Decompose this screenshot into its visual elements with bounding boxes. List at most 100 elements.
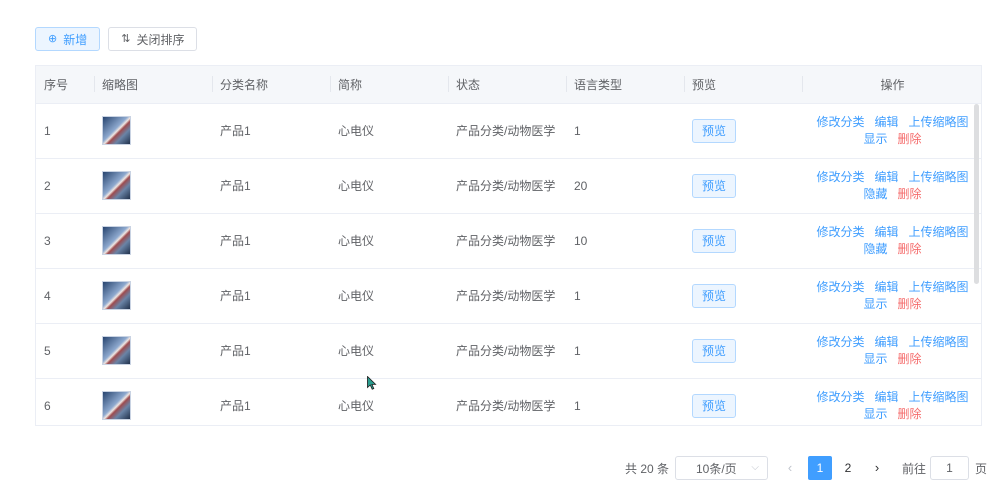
chevron-down-icon: ⌵: [751, 462, 759, 473]
category-table: 序号 缩略图 分类名称 简称 状态 语言类型 预览 操作 1 产品1 心电仪 产…: [35, 65, 982, 426]
table-row: 3 产品1 心电仪 产品分类/动物医学 10 预览 修改分类 编辑 上传缩略图 隐藏…: [36, 213, 981, 269]
row-category-name: 产品1: [212, 213, 330, 269]
row-language: 1: [566, 103, 684, 159]
modify-category-link[interactable]: 修改分类: [816, 114, 864, 131]
thumbnail-image[interactable]: [102, 391, 131, 420]
row-actions: 修改分类 编辑 上传缩略图 隐藏 删除: [802, 158, 981, 214]
thumbnail-image[interactable]: [102, 226, 131, 255]
upload-thumbnail-link[interactable]: 上传缩略图: [909, 114, 969, 131]
row-status: 产品分类/动物医学: [448, 323, 566, 379]
modify-category-link[interactable]: 修改分类: [816, 169, 864, 186]
prev-page-icon[interactable]: ‹: [780, 456, 800, 480]
goto-label: 前往: [902, 461, 927, 476]
delete-link[interactable]: 删除: [898, 241, 922, 258]
row-language: 1: [566, 323, 684, 379]
toolbar: ⊕ 新增 ⇅ 关闭排序: [35, 27, 198, 51]
preview-button[interactable]: 预览: [692, 173, 736, 198]
toggle-visibility-link[interactable]: 隐藏: [863, 241, 887, 258]
row-index: 5: [36, 323, 94, 379]
column-header-actions[interactable]: 操作: [802, 66, 981, 104]
toggle-visibility-link[interactable]: 隐藏: [863, 186, 887, 203]
row-status: 产品分类/动物医学: [448, 213, 566, 269]
thumbnail-image[interactable]: [102, 171, 131, 200]
toggle-visibility-link[interactable]: 显示: [863, 406, 887, 423]
delete-link[interactable]: 删除: [898, 296, 922, 313]
upload-thumbnail-link[interactable]: 上传缩略图: [909, 224, 969, 241]
delete-link[interactable]: 删除: [898, 406, 922, 423]
upload-thumbnail-link[interactable]: 上传缩略图: [909, 334, 969, 351]
goto-page-input[interactable]: 1: [930, 456, 969, 480]
edit-link[interactable]: 编辑: [874, 279, 898, 296]
sort-icon: ⇅: [121, 32, 131, 45]
upload-thumbnail-link[interactable]: 上传缩略图: [909, 169, 969, 186]
row-short-name: 心电仪: [330, 378, 448, 425]
column-header-language[interactable]: 语言类型: [566, 66, 684, 104]
toggle-sort-button-label: 关闭排序: [136, 32, 185, 47]
upload-thumbnail-link[interactable]: 上传缩略图: [909, 389, 969, 406]
row-category-name: 产品1: [212, 158, 330, 214]
edit-link[interactable]: 编辑: [874, 334, 898, 351]
modify-category-link[interactable]: 修改分类: [816, 334, 864, 351]
page-size-select[interactable]: 10条/页 ⌵: [675, 456, 768, 480]
modify-category-link[interactable]: 修改分类: [816, 224, 864, 241]
delete-link[interactable]: 删除: [898, 351, 922, 368]
row-short-name: 心电仪: [330, 158, 448, 214]
row-index: 2: [36, 158, 94, 214]
preview-button[interactable]: 预览: [692, 118, 736, 143]
table-row: 1 产品1 心电仪 产品分类/动物医学 1 预览 修改分类 编辑 上传缩略图 显示删…: [36, 103, 981, 159]
edit-link[interactable]: 编辑: [874, 114, 898, 131]
add-button-label: 新增: [63, 32, 88, 47]
delete-link[interactable]: 删除: [898, 186, 922, 203]
page-button-2[interactable]: 2: [836, 456, 860, 480]
toggle-visibility-link[interactable]: 显示: [863, 131, 887, 148]
next-page-icon[interactable]: ›: [867, 456, 887, 480]
toggle-visibility-link[interactable]: 显示: [863, 351, 887, 368]
row-category-name: 产品1: [212, 323, 330, 379]
row-actions: 修改分类 编辑 上传缩略图 显示 删除: [802, 268, 981, 324]
page-unit-label: 页: [975, 461, 988, 476]
row-actions: 修改分类 编辑 上传缩略图 隐藏 删除: [802, 213, 981, 269]
row-index: 1: [36, 103, 94, 159]
column-header-index[interactable]: 序号: [36, 66, 94, 104]
row-short-name: 心电仪: [330, 213, 448, 269]
row-actions: 修改分类 编辑 上传缩略图 显示 删除: [802, 323, 981, 379]
plus-circle-icon: ⊕: [48, 32, 58, 45]
thumbnail-image[interactable]: [102, 336, 131, 365]
column-header-status[interactable]: 状态: [448, 66, 566, 104]
row-short-name: 心电仪: [330, 323, 448, 379]
column-header-category-name[interactable]: 分类名称: [212, 66, 330, 104]
modify-category-link[interactable]: 修改分类: [816, 389, 864, 406]
table-row: 6 产品1 心电仪 产品分类/动物医学 1 预览 修改分类 编辑 上传缩略图 显示删…: [36, 378, 981, 425]
modify-category-link[interactable]: 修改分类: [816, 279, 864, 296]
delete-link[interactable]: 删除: [898, 131, 922, 148]
preview-button[interactable]: 预览: [692, 393, 736, 418]
page-button-1[interactable]: 1: [808, 456, 832, 480]
row-category-name: 产品1: [212, 103, 330, 159]
column-header-preview[interactable]: 预览: [684, 66, 802, 104]
preview-button[interactable]: 预览: [692, 338, 736, 363]
column-header-thumbnail[interactable]: 缩略图: [94, 66, 212, 104]
edit-link[interactable]: 编辑: [874, 169, 898, 186]
thumbnail-image[interactable]: [102, 116, 131, 145]
toggle-visibility-link[interactable]: 显示: [863, 296, 887, 313]
row-language: 20: [566, 158, 684, 214]
row-category-name: 产品1: [212, 378, 330, 425]
row-status: 产品分类/动物医学: [448, 158, 566, 214]
table-scrollbar[interactable]: [974, 104, 979, 284]
row-actions: 修改分类 编辑 上传缩略图 显示 删除: [802, 378, 981, 425]
column-header-short-name[interactable]: 简称: [330, 66, 448, 104]
thumbnail-image[interactable]: [102, 281, 131, 310]
edit-link[interactable]: 编辑: [874, 224, 898, 241]
upload-thumbnail-link[interactable]: 上传缩略图: [909, 279, 969, 296]
mouse-cursor-icon: [367, 376, 377, 390]
table-row: 4 产品1 心电仪 产品分类/动物医学 1 预览 修改分类 编辑 上传缩略图 显示删…: [36, 268, 981, 324]
edit-link[interactable]: 编辑: [874, 389, 898, 406]
preview-button[interactable]: 预览: [692, 228, 736, 253]
toggle-sort-button[interactable]: ⇅ 关闭排序: [108, 27, 198, 51]
row-status: 产品分类/动物医学: [448, 378, 566, 425]
row-index: 6: [36, 378, 94, 425]
preview-button[interactable]: 预览: [692, 283, 736, 308]
row-actions: 修改分类 编辑 上传缩略图 显示 删除: [802, 103, 981, 159]
add-button[interactable]: ⊕ 新增: [35, 27, 101, 51]
total-count: 共 20 条: [625, 461, 670, 476]
